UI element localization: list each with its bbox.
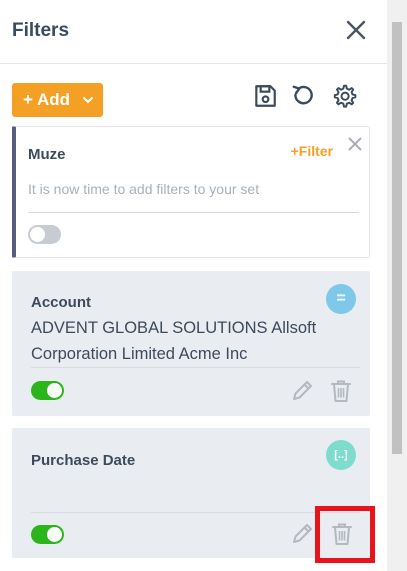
scrollbar[interactable] bbox=[387, 0, 407, 571]
filters-toolbar: + Add bbox=[0, 64, 387, 124]
add-button[interactable]: + Add bbox=[12, 83, 103, 117]
filters-panel: Filters + Add Muze +Filter It is now tim… bbox=[0, 0, 387, 571]
filter-set-card: Muze +Filter It is now time to add filte… bbox=[12, 126, 370, 258]
panel-header: Filters bbox=[0, 0, 387, 64]
close-icon[interactable] bbox=[344, 18, 368, 42]
settings-icon[interactable] bbox=[331, 83, 357, 109]
add-button-label: + Add bbox=[23, 90, 71, 109]
filter-name: Purchase Date bbox=[31, 452, 136, 469]
empty-set-message: It is now time to add filters to your se… bbox=[28, 181, 260, 197]
add-filter-button[interactable]: +Filter bbox=[291, 143, 333, 159]
divider bbox=[31, 512, 360, 513]
filter-set-name: Muze bbox=[28, 146, 66, 163]
divider bbox=[31, 367, 360, 368]
toggle-knob bbox=[30, 227, 45, 242]
panel-title: Filters bbox=[12, 20, 70, 41]
filter-card-account: Account = ADVENT GLOBAL SOLUTIONS Allsof… bbox=[12, 271, 370, 416]
edit-pencil-icon[interactable] bbox=[290, 378, 314, 404]
trash-icon[interactable] bbox=[329, 378, 353, 404]
filter-set-toggle[interactable] bbox=[28, 225, 61, 244]
filter-name: Account bbox=[31, 294, 91, 311]
filter-value[interactable]: ADVENT GLOBAL SOLUTIONS Allsoft Corporat… bbox=[31, 315, 321, 367]
divider bbox=[28, 212, 359, 213]
toggle-knob bbox=[47, 383, 62, 398]
filter-toggle[interactable] bbox=[31, 381, 64, 400]
edit-pencil-icon[interactable] bbox=[290, 521, 314, 547]
toggle-knob bbox=[47, 527, 62, 542]
close-icon[interactable] bbox=[347, 136, 363, 152]
chevron-down-icon bbox=[83, 97, 93, 104]
scrollbar-thumb[interactable] bbox=[392, 22, 402, 454]
reset-icon[interactable] bbox=[290, 83, 316, 109]
highlight-box bbox=[315, 506, 375, 563]
save-icon[interactable] bbox=[252, 83, 278, 109]
filter-toggle[interactable] bbox=[31, 525, 64, 544]
equals-operator-badge[interactable]: = bbox=[326, 284, 356, 314]
range-operator-badge[interactable]: [..] bbox=[326, 440, 356, 470]
